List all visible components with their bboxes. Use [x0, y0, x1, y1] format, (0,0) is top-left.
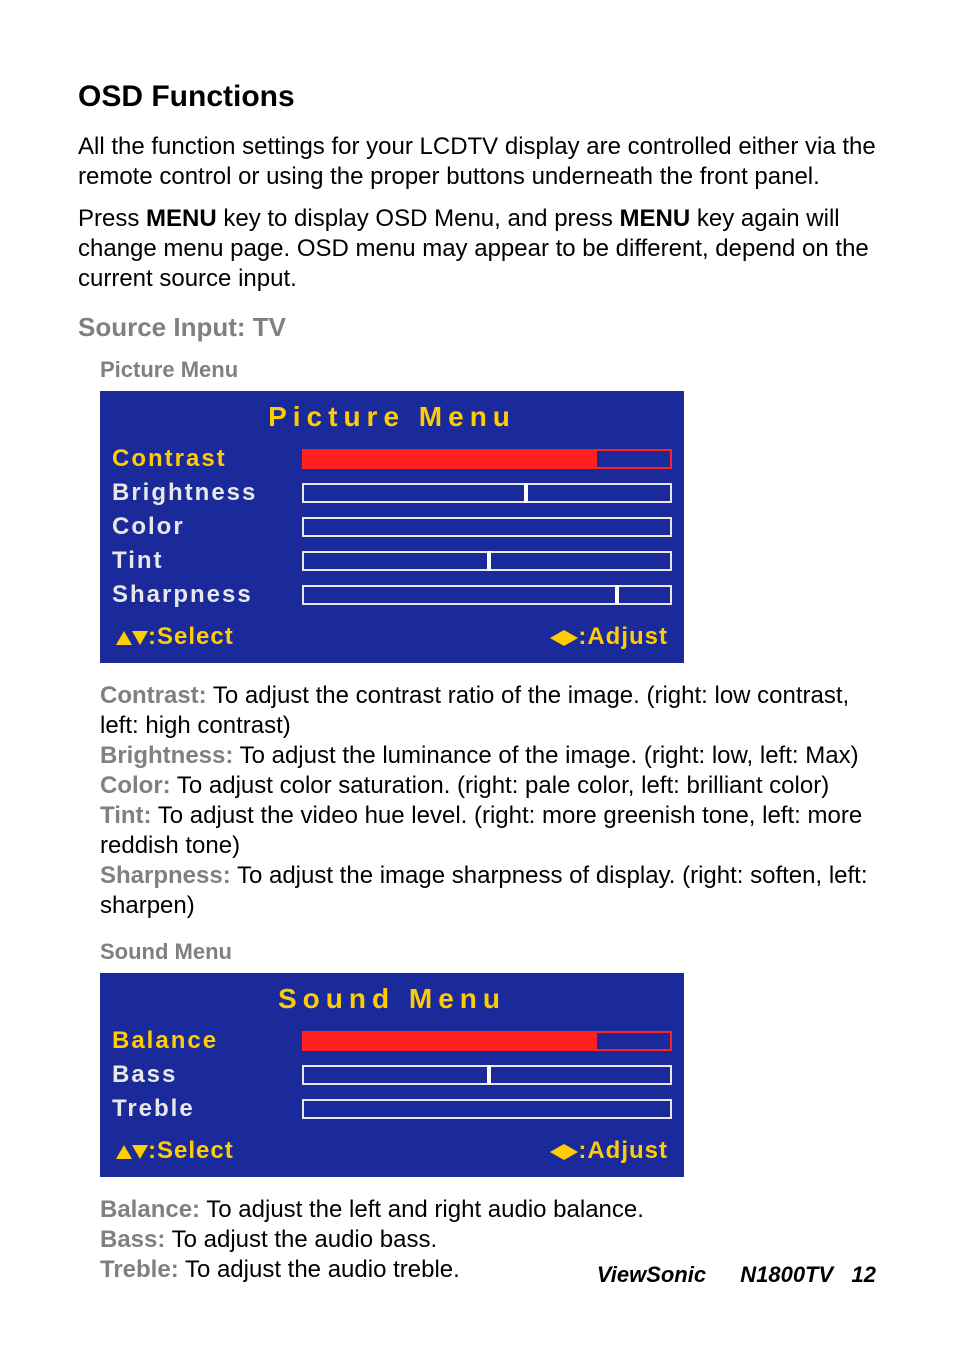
osd-select-hint: :Select: [116, 1137, 234, 1165]
description-line: Contrast: To adjust the contrast ratio o…: [100, 681, 876, 741]
description-text: To adjust the audio bass.: [165, 1226, 437, 1253]
osd-row-label: Color: [112, 513, 302, 541]
document-page: OSD Functions All the function settings …: [0, 0, 954, 1348]
triangle-down-icon: [132, 1145, 148, 1159]
description-text: To adjust the left and right audio balan…: [200, 1196, 644, 1223]
osd-select-text: :Select: [148, 1137, 234, 1164]
description-label: Balance:: [100, 1196, 200, 1223]
description-label: Bass:: [100, 1226, 165, 1253]
description-text: To adjust color saturation. (right: pale…: [171, 772, 830, 799]
osd-title: Sound Menu: [112, 983, 672, 1015]
osd-footer: :Select :Adjust: [116, 1137, 668, 1165]
osd-slider-marker: [615, 585, 619, 605]
osd-slider-marker: [487, 551, 491, 571]
description-line: Brightness: To adjust the luminance of t…: [100, 741, 876, 771]
osd-row-label: Sharpness: [112, 581, 302, 609]
triangle-right-icon: [564, 630, 578, 646]
osd-row[interactable]: Brightness: [112, 477, 672, 509]
picture-menu-heading: Picture Menu: [100, 357, 876, 383]
page-footer: ViewSonic N1800TV 12: [597, 1262, 876, 1288]
triangle-up-icon: [116, 1145, 132, 1159]
description-line: Bass: To adjust the audio bass.: [100, 1225, 876, 1255]
osd-slider[interactable]: [302, 1065, 672, 1085]
osd-title: Picture Menu: [112, 401, 672, 433]
picture-menu-osd: Picture Menu Contrast Brightness Color Tint…: [100, 391, 684, 663]
osd-row-label: Tint: [112, 547, 302, 575]
osd-slider[interactable]: [302, 551, 672, 571]
description-text: To adjust the luminance of the image. (r…: [233, 742, 858, 769]
description-text: To adjust the audio treble.: [179, 1256, 460, 1283]
footer-model: N1800TV: [740, 1262, 833, 1287]
osd-slider-fill: [304, 1033, 597, 1049]
osd-row-label: Contrast: [112, 445, 302, 473]
triangle-left-icon: [550, 1144, 564, 1160]
osd-row[interactable]: Sharpness: [112, 579, 672, 611]
osd-slider[interactable]: [302, 449, 672, 469]
description-label: Sharpness:: [100, 862, 231, 889]
osd-row[interactable]: Bass: [112, 1059, 672, 1091]
triangle-down-icon: [132, 631, 148, 645]
osd-slider-marker: [524, 483, 528, 503]
text: Press: [78, 205, 146, 232]
sound-menu-heading: Sound Menu: [100, 939, 876, 965]
description-line: Balance: To adjust the left and right au…: [100, 1195, 876, 1225]
osd-row-label: Balance: [112, 1027, 302, 1055]
description-line: Color: To adjust color saturation. (righ…: [100, 771, 876, 801]
description-line: Tint: To adjust the video hue level. (ri…: [100, 801, 876, 861]
description-label: Contrast:: [100, 682, 207, 709]
triangle-left-icon: [550, 630, 564, 646]
osd-slider[interactable]: [302, 1031, 672, 1051]
page-heading: OSD Functions: [78, 80, 876, 114]
osd-slider[interactable]: [302, 1099, 672, 1119]
osd-rows-picture: Contrast Brightness Color Tint Sharpness: [112, 443, 672, 611]
osd-adjust-text: :Adjust: [578, 623, 668, 650]
osd-row[interactable]: Balance: [112, 1025, 672, 1057]
osd-adjust-hint: :Adjust: [550, 623, 668, 651]
footer-brand: ViewSonic: [597, 1262, 706, 1287]
sound-menu-osd: Sound Menu Balance Bass Treble :Select :Ad…: [100, 973, 684, 1177]
osd-row[interactable]: Tint: [112, 545, 672, 577]
description-text: To adjust the contrast ratio of the imag…: [100, 682, 849, 739]
osd-slider[interactable]: [302, 483, 672, 503]
intro-paragraph-1: All the function settings for your LCDTV…: [78, 132, 876, 192]
intro-paragraph-2: Press MENU key to display OSD Menu, and …: [78, 204, 876, 294]
osd-slider[interactable]: [302, 517, 672, 537]
osd-slider[interactable]: [302, 585, 672, 605]
footer-page-number: 12: [852, 1262, 876, 1287]
osd-row-label: Brightness: [112, 479, 302, 507]
description-label: Brightness:: [100, 742, 233, 769]
menu-key-label: MENU: [620, 205, 691, 232]
description-line: Sharpness: To adjust the image sharpness…: [100, 861, 876, 921]
text: key to display OSD Menu, and press: [217, 205, 620, 232]
osd-footer: :Select :Adjust: [116, 623, 668, 651]
menu-key-label: MENU: [146, 205, 217, 232]
description-label: Tint:: [100, 802, 152, 829]
osd-rows-sound: Balance Bass Treble: [112, 1025, 672, 1125]
source-input-label: Source Input: TV: [78, 312, 876, 343]
osd-row[interactable]: Treble: [112, 1093, 672, 1125]
osd-row[interactable]: Color: [112, 511, 672, 543]
osd-adjust-hint: :Adjust: [550, 1137, 668, 1165]
osd-row-label: Treble: [112, 1095, 302, 1123]
picture-descriptions: Contrast: To adjust the contrast ratio o…: [100, 681, 876, 921]
osd-select-text: :Select: [148, 623, 234, 650]
osd-row[interactable]: Contrast: [112, 443, 672, 475]
osd-adjust-text: :Adjust: [578, 1137, 668, 1164]
triangle-right-icon: [564, 1144, 578, 1160]
osd-row-label: Bass: [112, 1061, 302, 1089]
osd-slider-marker: [487, 1065, 491, 1085]
description-label: Color:: [100, 772, 171, 799]
description-label: Treble:: [100, 1256, 179, 1283]
description-text: To adjust the video hue level. (right: m…: [100, 802, 862, 859]
osd-select-hint: :Select: [116, 623, 234, 651]
triangle-up-icon: [116, 631, 132, 645]
osd-slider-fill: [304, 451, 597, 467]
